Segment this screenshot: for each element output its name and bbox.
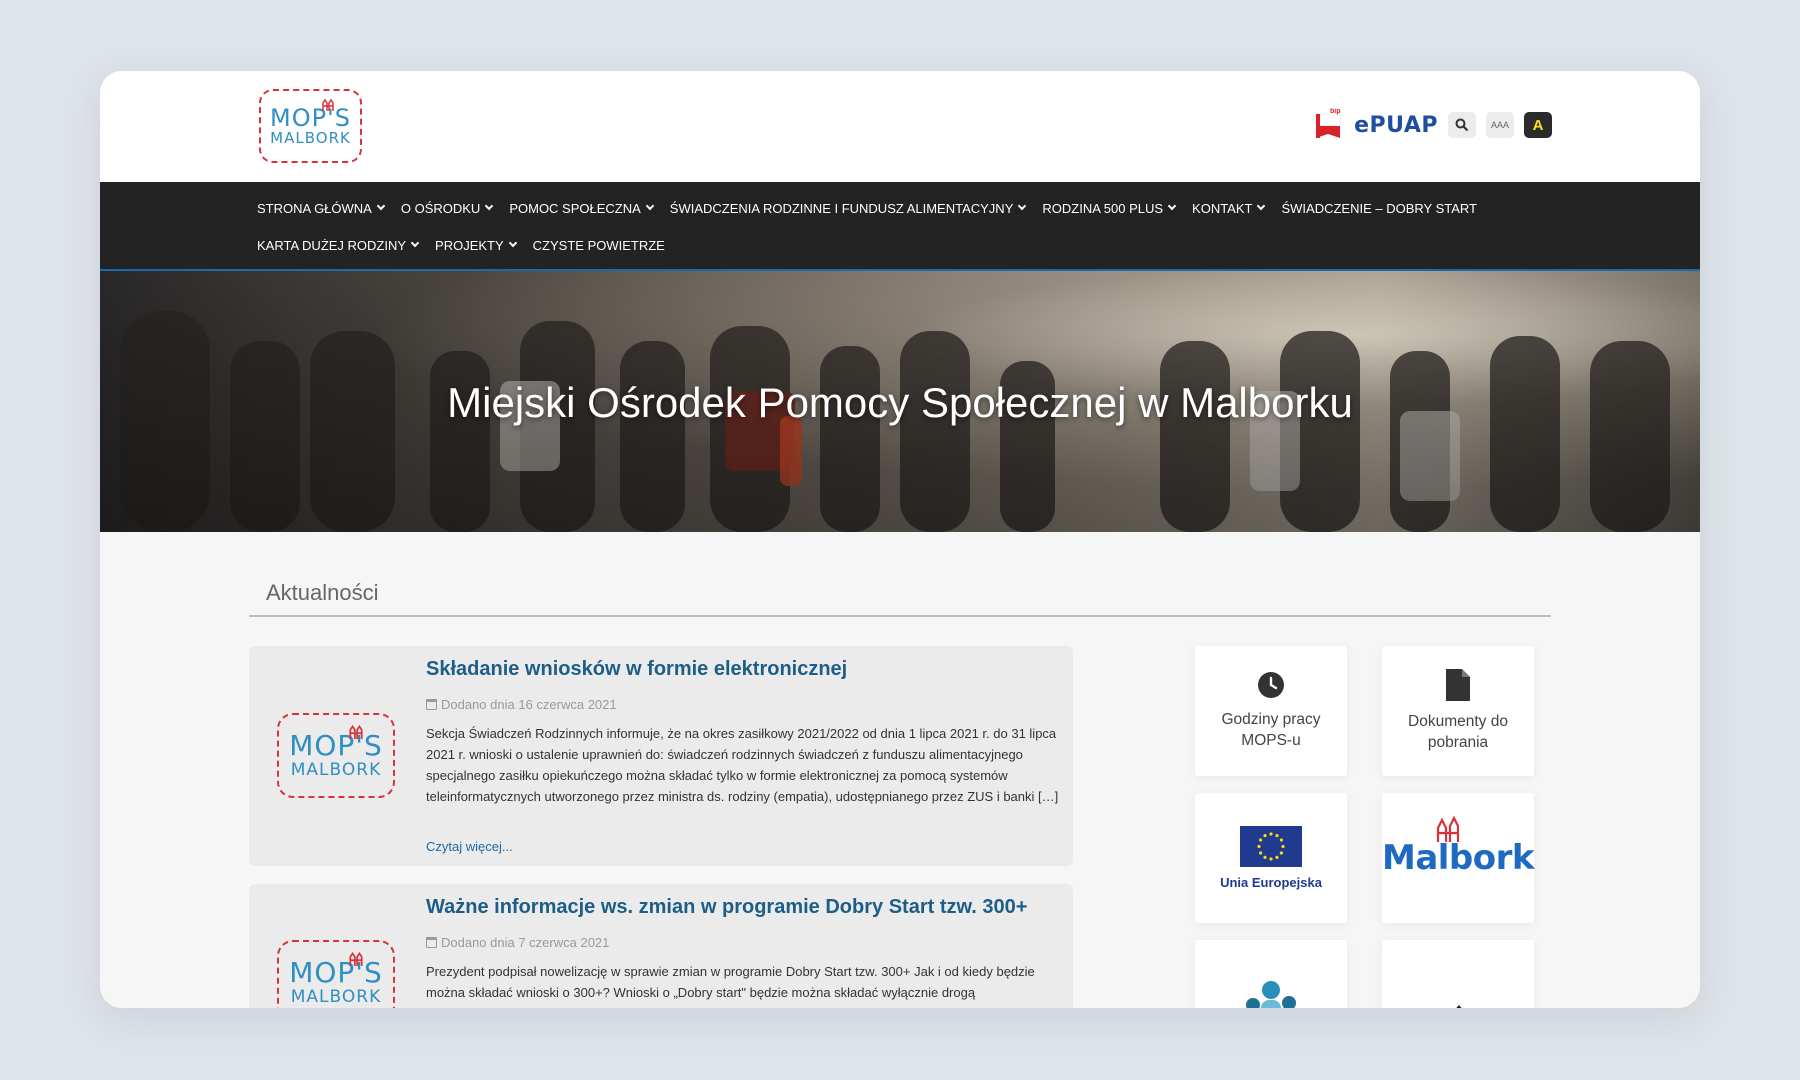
search-button[interactable] [1448, 112, 1476, 138]
chevron-down-icon [1257, 201, 1266, 211]
news-post: MOP'S MALBORK Składanie wniosków w formi… [249, 646, 1073, 866]
header-tools: bip ePUAP AAA A [1314, 108, 1552, 142]
calendar-icon [426, 937, 437, 948]
nav-item-karta-duzej-rodziny[interactable]: KARTA DUŻEJ RODZINY [257, 235, 420, 255]
browser-window: MOP'S MALBORK bip ePUAP AAA A STRONA GŁÓ… [100, 71, 1700, 1008]
site-logo[interactable]: MOP'S MALBORK [259, 89, 362, 163]
castle-icon [322, 98, 334, 111]
logo-line2: MALBORK [270, 129, 351, 147]
nav-row-1: STRONA GŁÓWNA O OŚRODKU POMOC SPOŁECZNA … [257, 198, 1494, 218]
thumb-line2: MALBORK [290, 760, 382, 780]
chevron-down-icon [508, 238, 517, 248]
castle-icon [349, 724, 363, 739]
hero-banner: Miejski Ośrodek Pomocy Społecznej w Malb… [100, 271, 1700, 532]
clock-icon [1258, 672, 1284, 698]
document-icon [1446, 669, 1470, 701]
castle-icon [1436, 816, 1460, 842]
news-divider [249, 615, 1551, 617]
eu-label: Unia Europejska [1220, 875, 1322, 890]
chevron-down-icon [1167, 201, 1177, 211]
bip-label: bip [1330, 108, 1341, 115]
post-excerpt: Prezydent podpisał nowelizację w sprawie… [426, 964, 1035, 1000]
chevron-down-icon [1018, 201, 1027, 211]
post-excerpt: Sekcja Świadczeń Rodzinnych informuje, ż… [426, 726, 1059, 804]
tile-family-logo[interactable] [1195, 940, 1347, 1008]
nav-item-rodzina-500-plus[interactable]: RODZINA 500 PLUS [1042, 198, 1177, 218]
tile-documents[interactable]: Dokumenty do pobrania [1382, 646, 1534, 776]
tile-label: Godziny pracy MOPS-u [1221, 711, 1321, 749]
epuap-link[interactable]: ePUAP [1354, 113, 1438, 138]
post-thumbnail[interactable]: MOP'S MALBORK [277, 940, 395, 1008]
news-heading: Aktualności [266, 580, 379, 605]
nav-item-kontakt[interactable]: KONTAKT [1192, 198, 1266, 218]
nav-item-czyste-powietrze[interactable]: CZYSTE POWIETRZE [533, 235, 665, 255]
chevron-down-icon [410, 238, 420, 248]
thumb-line1: MOP'S [289, 729, 383, 762]
tile-label: Dokumenty do pobrania [1408, 713, 1508, 751]
logo-line1: MOP'S [270, 104, 351, 132]
main-content: Aktualności MOP'S MALBORK Składanie wnio… [100, 532, 1700, 1008]
post-title[interactable]: Składanie wniosków w formie elektroniczn… [426, 658, 847, 681]
chevron-down-icon [376, 201, 386, 211]
contrast-button[interactable]: A [1524, 112, 1552, 138]
nav-item-strona-glowna[interactable]: STRONA GŁÓWNA [257, 198, 386, 218]
bip-flag-icon: bip [1315, 108, 1341, 138]
nav-item-dobry-start[interactable]: ŚWIADCZENIE – DOBRY START [1281, 198, 1477, 218]
bip-logo[interactable]: bip [1314, 108, 1344, 142]
tile-partner-logo[interactable] [1382, 940, 1534, 1008]
family-icon [1246, 981, 1296, 1008]
nav-item-o-osrodku[interactable]: O OŚRODKU [401, 198, 494, 218]
news-post: MOP'S MALBORK Ważne informacje ws. zmian… [249, 884, 1073, 1008]
post-thumbnail[interactable]: MOP'S MALBORK [277, 713, 395, 798]
castle-icon [349, 951, 363, 966]
font-size-label: AAA [1490, 120, 1509, 130]
thumb-line1: MOP'S [289, 956, 383, 989]
epuap-label: ePUAP [1354, 112, 1438, 138]
eu-flag-icon [1240, 826, 1302, 867]
nav-item-swiadczenia-rodzinne[interactable]: ŚWIADCZENIA RODZINNE I FUNDUSZ ALIMENTAC… [670, 198, 1027, 218]
post-title[interactable]: Ważne informacje ws. zmian w programie D… [426, 896, 1027, 919]
font-size-button[interactable]: AAA [1486, 112, 1514, 138]
post-date: Dodano dnia 7 czerwca 2021 [426, 935, 609, 950]
tile-office-hours[interactable]: Godziny pracy MOPS-u [1195, 646, 1347, 776]
chevron-down-icon [645, 201, 655, 211]
read-more-link[interactable]: Czytaj więcej... [426, 839, 513, 854]
malbork-logo: Malbork [1382, 816, 1535, 878]
chevron-down-icon [485, 201, 494, 211]
thumb-line2: MALBORK [290, 987, 382, 1007]
site-header: MOP'S MALBORK bip ePUAP AAA A [100, 71, 1700, 182]
hero-title: Miejski Ośrodek Pomocy Społecznej w Malb… [447, 379, 1353, 426]
contrast-label: A [1532, 116, 1544, 134]
post-date: Dodano dnia 16 czerwca 2021 [426, 697, 617, 712]
main-navigation: STRONA GŁÓWNA O OŚRODKU POMOC SPOŁECZNA … [100, 182, 1700, 271]
search-icon [1455, 118, 1469, 132]
nav-item-pomoc-spoleczna[interactable]: POMOC SPOŁECZNA [509, 198, 655, 218]
calendar-icon [426, 699, 437, 710]
partner-logo-icon [1456, 1005, 1462, 1008]
tile-eu[interactable]: Unia Europejska [1195, 793, 1347, 923]
tile-malbork[interactable]: Malbork [1382, 793, 1535, 923]
nav-row-2: KARTA DUŻEJ RODZINY PROJEKTY CZYSTE POWI… [257, 235, 682, 255]
nav-item-projekty[interactable]: PROJEKTY [435, 235, 517, 255]
